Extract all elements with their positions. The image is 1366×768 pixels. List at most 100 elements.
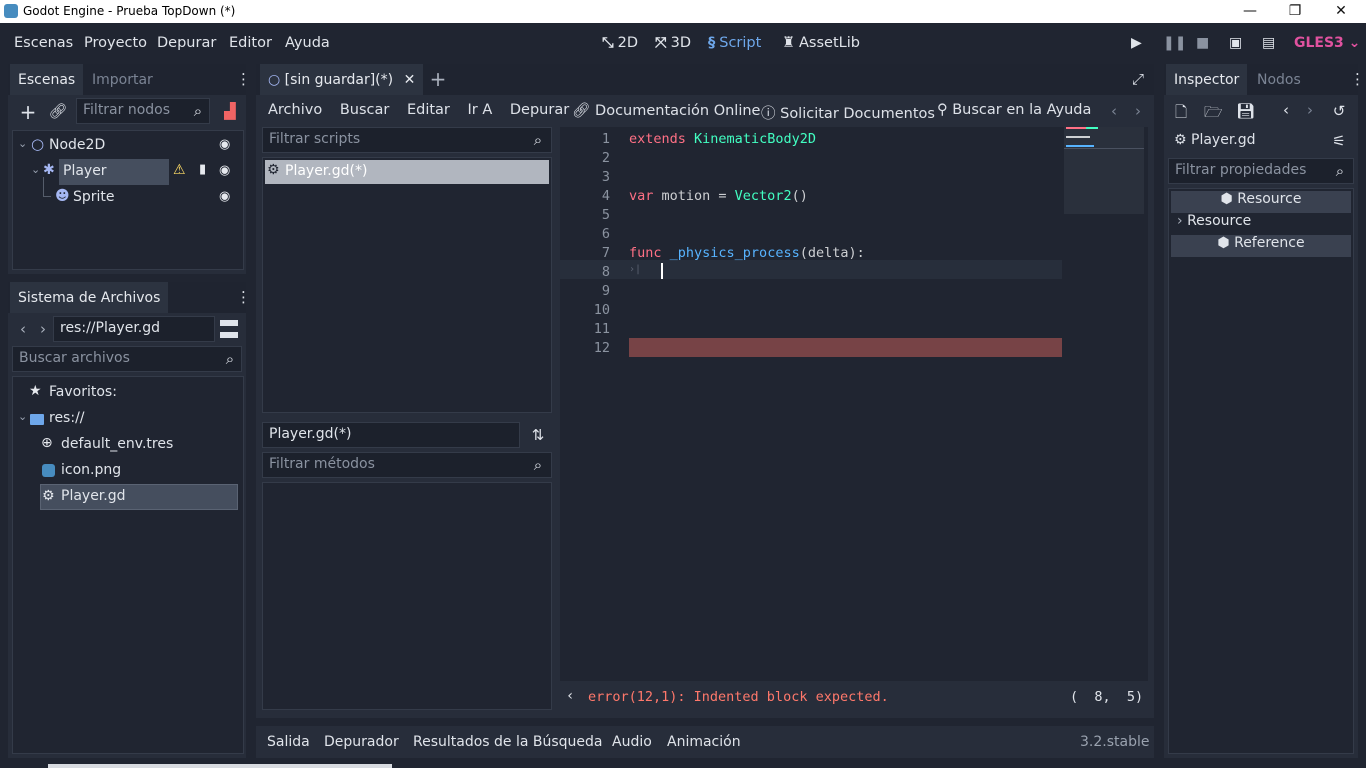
bottom-tab-depurador[interactable]: Depurador — [324, 734, 399, 750]
script-list-item[interactable]: ⚙ Player.gd(*) — [265, 160, 549, 184]
tab-sistema-archivos[interactable]: Sistema de Archivos — [10, 282, 169, 313]
menu-depurar[interactable]: Depurar — [157, 35, 216, 51]
dock-menu-icon[interactable]: ⋮ — [1350, 70, 1365, 88]
close-tab-icon[interactable]: ✕ — [404, 72, 416, 88]
play-icon[interactable]: ▶ — [1131, 35, 1142, 51]
object-history-icon[interactable]: ↺ — [1330, 102, 1348, 120]
collapse-chevron-icon[interactable]: ‹ — [566, 688, 574, 704]
request-docs-button[interactable]: ⓘ Solicitar Documentos — [761, 102, 935, 123]
window-title: Godot Engine - Prueba TopDown (*) — [23, 4, 236, 18]
category-label: Resource — [1237, 191, 1302, 207]
filter-properties-input[interactable]: Filtrar propiedades — [1168, 158, 1354, 184]
fullscreen-icon[interactable]: ⤢ — [1128, 70, 1148, 88]
assetlib-icon: ♜ — [782, 35, 795, 51]
save-icon[interactable]: 💾︎ — [1236, 102, 1255, 120]
add-node-icon[interactable]: + — [18, 100, 38, 124]
dock-menu-icon[interactable]: ⋮ — [236, 288, 251, 306]
menu-proyecto[interactable]: Proyecto — [84, 35, 147, 51]
object-properties-icon[interactable]: ⚟ — [1330, 132, 1348, 150]
mode-script-button[interactable]: § Script — [708, 35, 761, 51]
script-menu-depurar[interactable]: Depurar — [510, 102, 569, 118]
file-row-default-env[interactable]: ⊕ default_env.tres — [13, 432, 243, 458]
script-menu-editar[interactable]: Editar — [407, 102, 450, 118]
code-editor[interactable]: 1 2 3 4 5 6 7 8 9 10 11 12 extends Kinem… — [560, 127, 1148, 681]
category-label: Reference — [1234, 235, 1305, 251]
menu-ayuda[interactable]: Ayuda — [285, 35, 330, 51]
mode-3d-button[interactable]: ⤧ 3D — [655, 35, 691, 51]
mode-assetlib-label: AssetLib — [799, 35, 860, 51]
script-menu-buscar[interactable]: Buscar — [340, 102, 390, 118]
tab-escenas[interactable]: Escenas — [10, 64, 84, 95]
search-help-button[interactable]: ⚲ Buscar en la Ayuda — [937, 102, 1091, 118]
minimize-button[interactable]: — — [1227, 0, 1273, 23]
history-forward-icon[interactable]: › — [1304, 101, 1316, 119]
collapse-arrow-icon[interactable]: ⌄ — [18, 410, 27, 423]
tree-row-sprite[interactable]: ☻ Sprite ◉ — [13, 177, 243, 211]
pause-icon[interactable]: ❚❚ — [1163, 35, 1186, 51]
collapse-arrow-icon[interactable]: ⌄ — [31, 163, 40, 176]
visibility-eye-icon[interactable]: ◉ — [219, 189, 230, 204]
play-scene-icon[interactable]: ▣ — [1229, 35, 1242, 51]
bottom-tab-audio[interactable]: Audio — [612, 734, 652, 750]
line-number: 7 — [601, 245, 610, 261]
dock-menu-icon[interactable]: ⋮ — [236, 70, 251, 88]
link-icon[interactable]: 🔗︎ — [48, 102, 68, 120]
prev-script-icon[interactable]: ‹ — [1108, 102, 1120, 120]
tab-nodos[interactable]: Nodos — [1249, 64, 1309, 95]
back-arrow-icon[interactable]: ‹ — [16, 320, 30, 338]
inspected-object[interactable]: ⚙ Player.gd — [1174, 132, 1256, 148]
minimap[interactable] — [1064, 127, 1144, 214]
tab-importar[interactable]: Importar — [84, 64, 161, 95]
file-row-player-gd[interactable]: ⚙ Player.gd — [40, 484, 238, 510]
bottom-tab-salida[interactable]: Salida — [267, 734, 310, 750]
script-menu-ir-a[interactable]: Ir A — [468, 102, 493, 118]
mode-2d-button[interactable]: ⤡ 2D — [602, 35, 638, 51]
folder-icon — [30, 414, 44, 425]
tab-inspector[interactable]: Inspector — [1166, 64, 1248, 95]
bottom-tab-resultados[interactable]: Resultados de la Búsqueda — [413, 734, 603, 750]
bottom-tab-animacion[interactable]: Animación — [667, 734, 741, 750]
script-attached-icon[interactable]: ▮ — [199, 162, 206, 177]
visibility-eye-icon[interactable]: ◉ — [219, 163, 230, 178]
file-row-favorites[interactable]: ★ Favoritos: — [13, 380, 243, 406]
tree-row-node2d[interactable]: ⌄ ○ Node2D ◉ — [13, 133, 243, 159]
mode-assetlib-button[interactable]: ♜ AssetLib — [782, 35, 860, 51]
code-text: (delta): — [799, 245, 865, 261]
code-line-1: extends KinematicBody2D — [629, 131, 816, 147]
minimap-line — [1066, 145, 1094, 147]
renderer-selector[interactable]: GLES3 ⌄ — [1294, 35, 1360, 51]
filter-methods-input[interactable]: Filtrar métodos — [262, 452, 552, 478]
warning-icon[interactable]: ⚠ — [173, 162, 186, 178]
play-custom-scene-icon[interactable]: ▤ — [1262, 35, 1275, 51]
file-row-icon-png[interactable]: icon.png — [13, 458, 243, 484]
path-field[interactable]: res://Player.gd — [53, 316, 215, 342]
visibility-eye-icon[interactable]: ◉ — [219, 137, 230, 152]
history-back-icon[interactable]: ‹ — [1280, 101, 1292, 119]
node-label: Player — [63, 163, 107, 179]
filter-scripts-input[interactable]: Filtrar scripts — [262, 127, 552, 153]
expand-arrow-icon[interactable]: › — [1177, 213, 1183, 229]
restore-button[interactable]: ❐ — [1272, 0, 1318, 23]
attach-script-icon[interactable]: ▟ — [220, 102, 240, 120]
menu-escenas[interactable]: Escenas — [14, 35, 73, 51]
error-message: error(12,1): Indented block expected. — [588, 689, 889, 705]
new-tab-icon[interactable]: + — [428, 67, 448, 91]
open-folder-icon[interactable]: 🗁︎ — [1204, 102, 1223, 127]
new-resource-icon[interactable]: 🗋︎ — [1172, 102, 1190, 127]
collapse-arrow-icon[interactable]: ⌄ — [18, 137, 27, 150]
script-menu-archivo[interactable]: Archivo — [268, 102, 322, 118]
section-resource[interactable]: › Resource — [1171, 213, 1351, 235]
menu-editor[interactable]: Editor — [229, 35, 272, 51]
keyword: var — [629, 188, 654, 204]
close-window-button[interactable]: ✕ — [1318, 0, 1364, 23]
split-view-icon[interactable] — [220, 320, 238, 338]
doc-online-button[interactable]: 🔗︎ Documentación Online — [572, 102, 760, 119]
sort-icon[interactable]: ⇅ — [528, 426, 548, 444]
stop-icon[interactable]: ■ — [1196, 35, 1209, 51]
next-script-icon[interactable]: › — [1132, 102, 1144, 120]
tab-unsaved-scene[interactable]: ○ [sin guardar](*) ✕ — [260, 64, 424, 95]
file-row-res[interactable]: ⌄ res:// — [13, 406, 243, 432]
search-files-input[interactable]: Buscar archivos — [12, 346, 242, 372]
file-label: icon.png — [61, 462, 122, 478]
forward-arrow-icon[interactable]: › — [36, 320, 50, 338]
